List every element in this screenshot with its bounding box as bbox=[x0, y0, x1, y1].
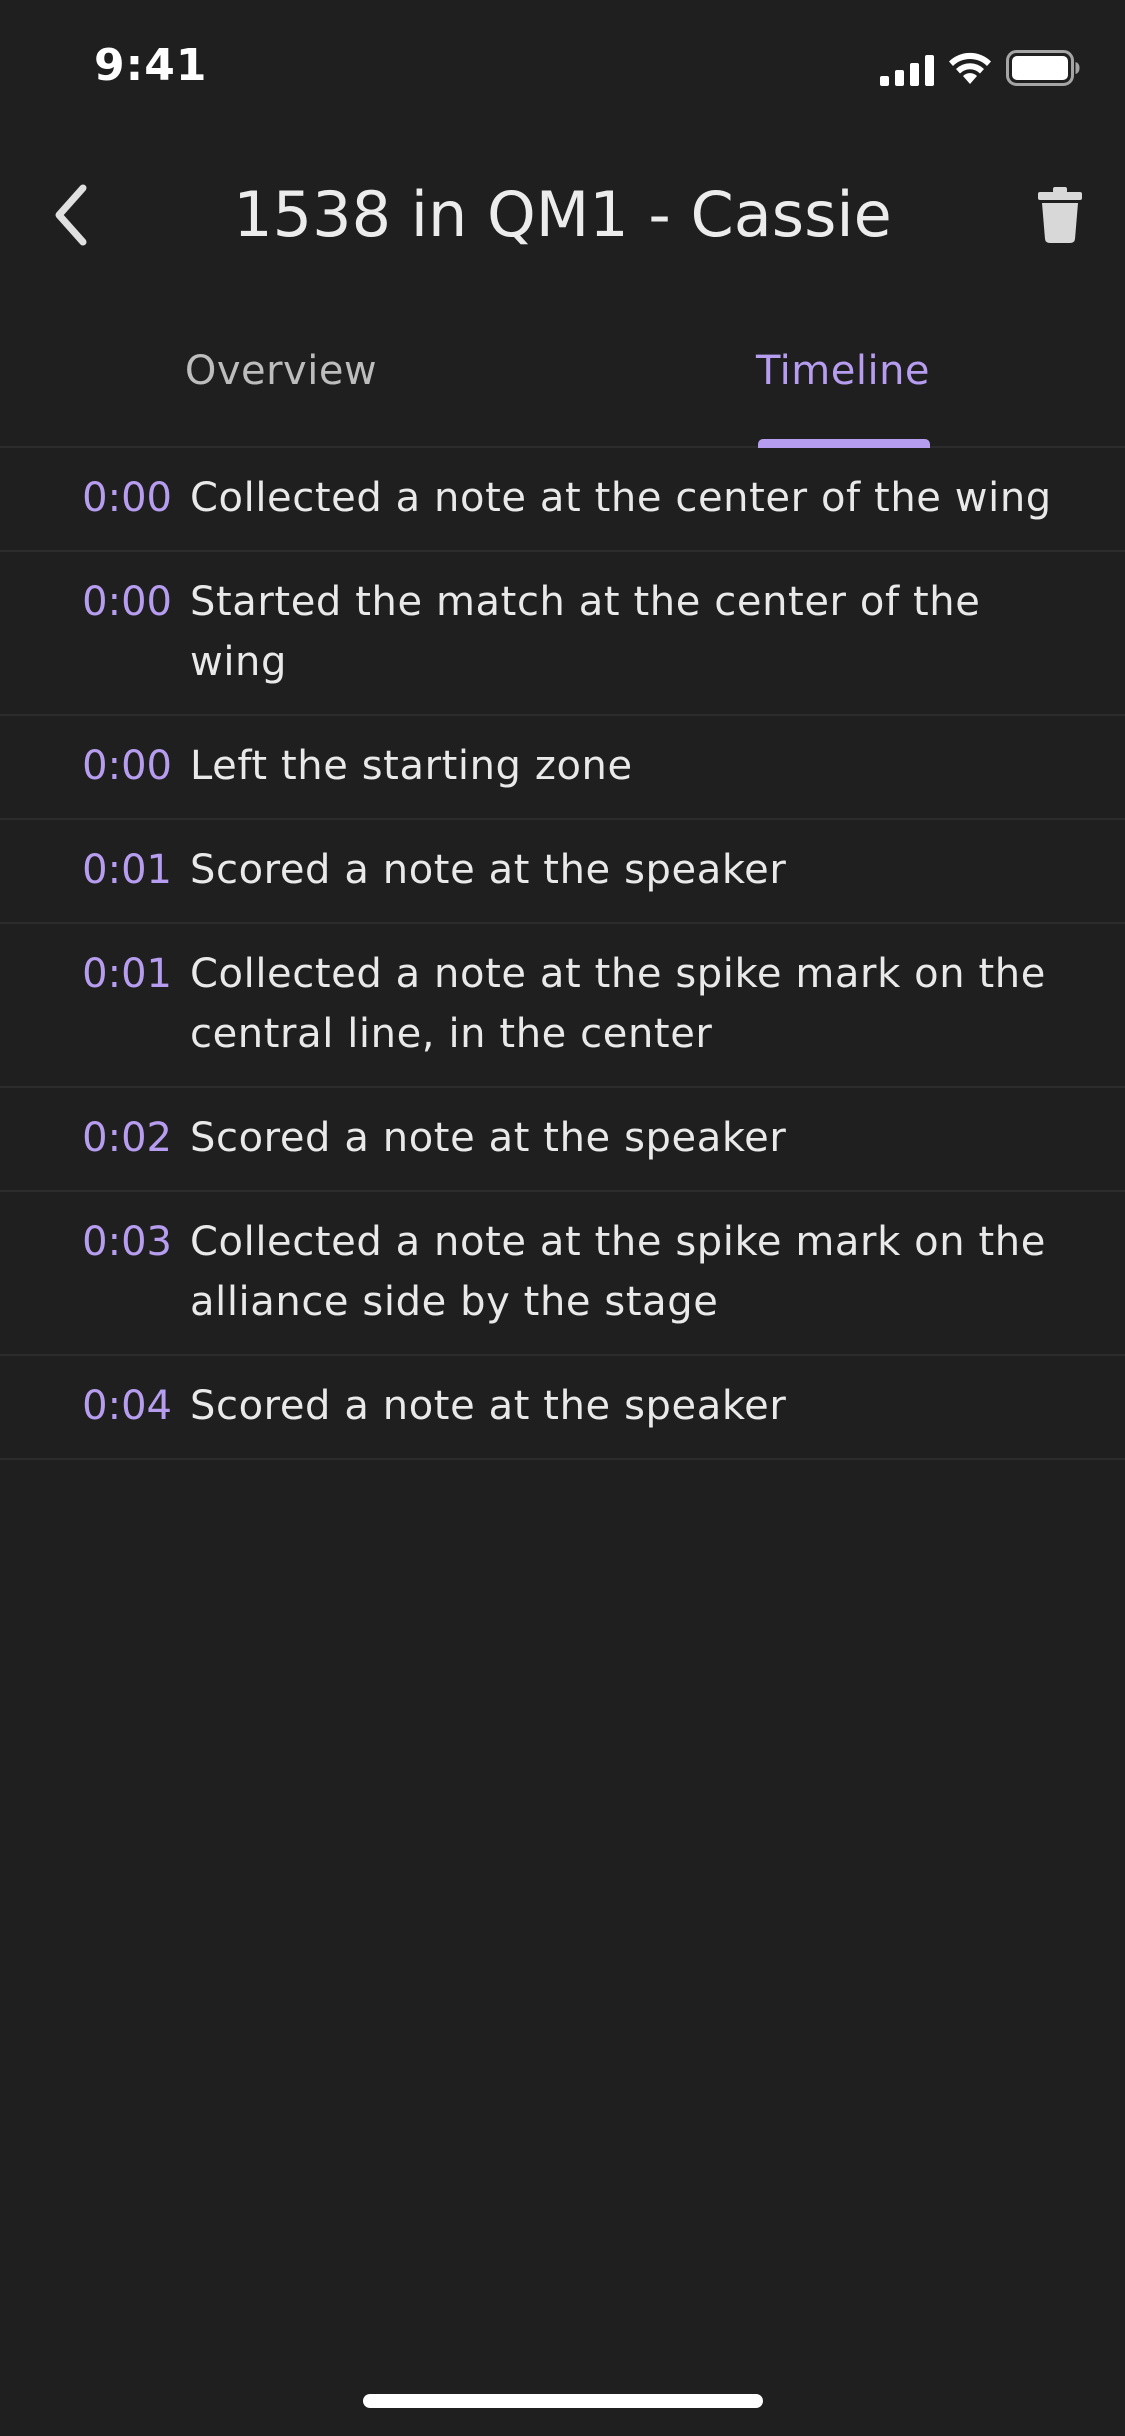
chevron-left-icon bbox=[55, 184, 87, 246]
timeline-time: 0:01 bbox=[82, 951, 172, 997]
home-indicator[interactable] bbox=[363, 2394, 763, 2408]
timeline-time: 0:00 bbox=[82, 475, 172, 521]
timeline-row: 0:01 Scored a note at the speaker bbox=[0, 820, 1125, 924]
status-bar: 9:41 bbox=[0, 0, 1125, 132]
timeline-time: 0:01 bbox=[82, 847, 172, 893]
timeline-event-text: Scored a note at the speaker bbox=[190, 1383, 787, 1429]
cellular-signal-icon bbox=[880, 55, 934, 86]
trash-icon bbox=[1038, 187, 1082, 243]
timeline-event-text: Scored a note at the speaker bbox=[190, 847, 787, 893]
timeline-time: 0:03 bbox=[82, 1219, 172, 1265]
timeline-row: 0:00 Left the starting zone bbox=[0, 716, 1125, 820]
tab-bar: Overview Timeline bbox=[0, 330, 1125, 448]
tab-timeline[interactable]: Timeline bbox=[562, 330, 1124, 448]
timeline-time: 0:00 bbox=[82, 743, 172, 789]
tab-timeline-label: Timeline bbox=[755, 348, 931, 394]
timeline-time: 0:02 bbox=[82, 1115, 172, 1161]
timeline-time: 0:04 bbox=[82, 1383, 172, 1429]
tab-overview[interactable]: Overview bbox=[0, 330, 562, 446]
timeline-event-text: Scored a note at the speaker bbox=[190, 1115, 787, 1161]
timeline-event-text: Started the match at the center of the w… bbox=[190, 579, 981, 685]
timeline-event-text: Collected a note at the center of the wi… bbox=[190, 475, 1052, 521]
timeline-row: 0:01 Collected a note at the spike mark … bbox=[0, 924, 1125, 1088]
back-button[interactable] bbox=[36, 180, 106, 250]
tab-selected-indicator bbox=[758, 439, 930, 448]
timeline-event-text: Collected a note at the spike mark on th… bbox=[190, 951, 1046, 1057]
timeline-event-text: Left the starting zone bbox=[190, 743, 633, 789]
timeline-row: 0:03 Collected a note at the spike mark … bbox=[0, 1192, 1125, 1356]
battery-icon bbox=[1006, 50, 1080, 86]
timeline-row: 0:02 Scored a note at the speaker bbox=[0, 1088, 1125, 1192]
timeline-list: 0:00 Collected a note at the center of t… bbox=[0, 448, 1125, 1460]
tab-overview-label: Overview bbox=[184, 348, 378, 394]
status-icons bbox=[880, 50, 1080, 90]
nav-header: 1538 in QM1 - Cassie bbox=[0, 160, 1125, 270]
delete-button[interactable] bbox=[1025, 180, 1095, 250]
page-title: 1538 in QM1 - Cassie bbox=[233, 178, 892, 251]
timeline-event-text: Collected a note at the spike mark on th… bbox=[190, 1219, 1046, 1325]
timeline-row: 0:00 Started the match at the center of … bbox=[0, 552, 1125, 716]
status-time: 9:41 bbox=[94, 40, 208, 91]
timeline-row: 0:00 Collected a note at the center of t… bbox=[0, 448, 1125, 552]
timeline-row: 0:04 Scored a note at the speaker bbox=[0, 1356, 1125, 1460]
timeline-time: 0:00 bbox=[82, 579, 172, 625]
wifi-icon bbox=[949, 52, 991, 84]
